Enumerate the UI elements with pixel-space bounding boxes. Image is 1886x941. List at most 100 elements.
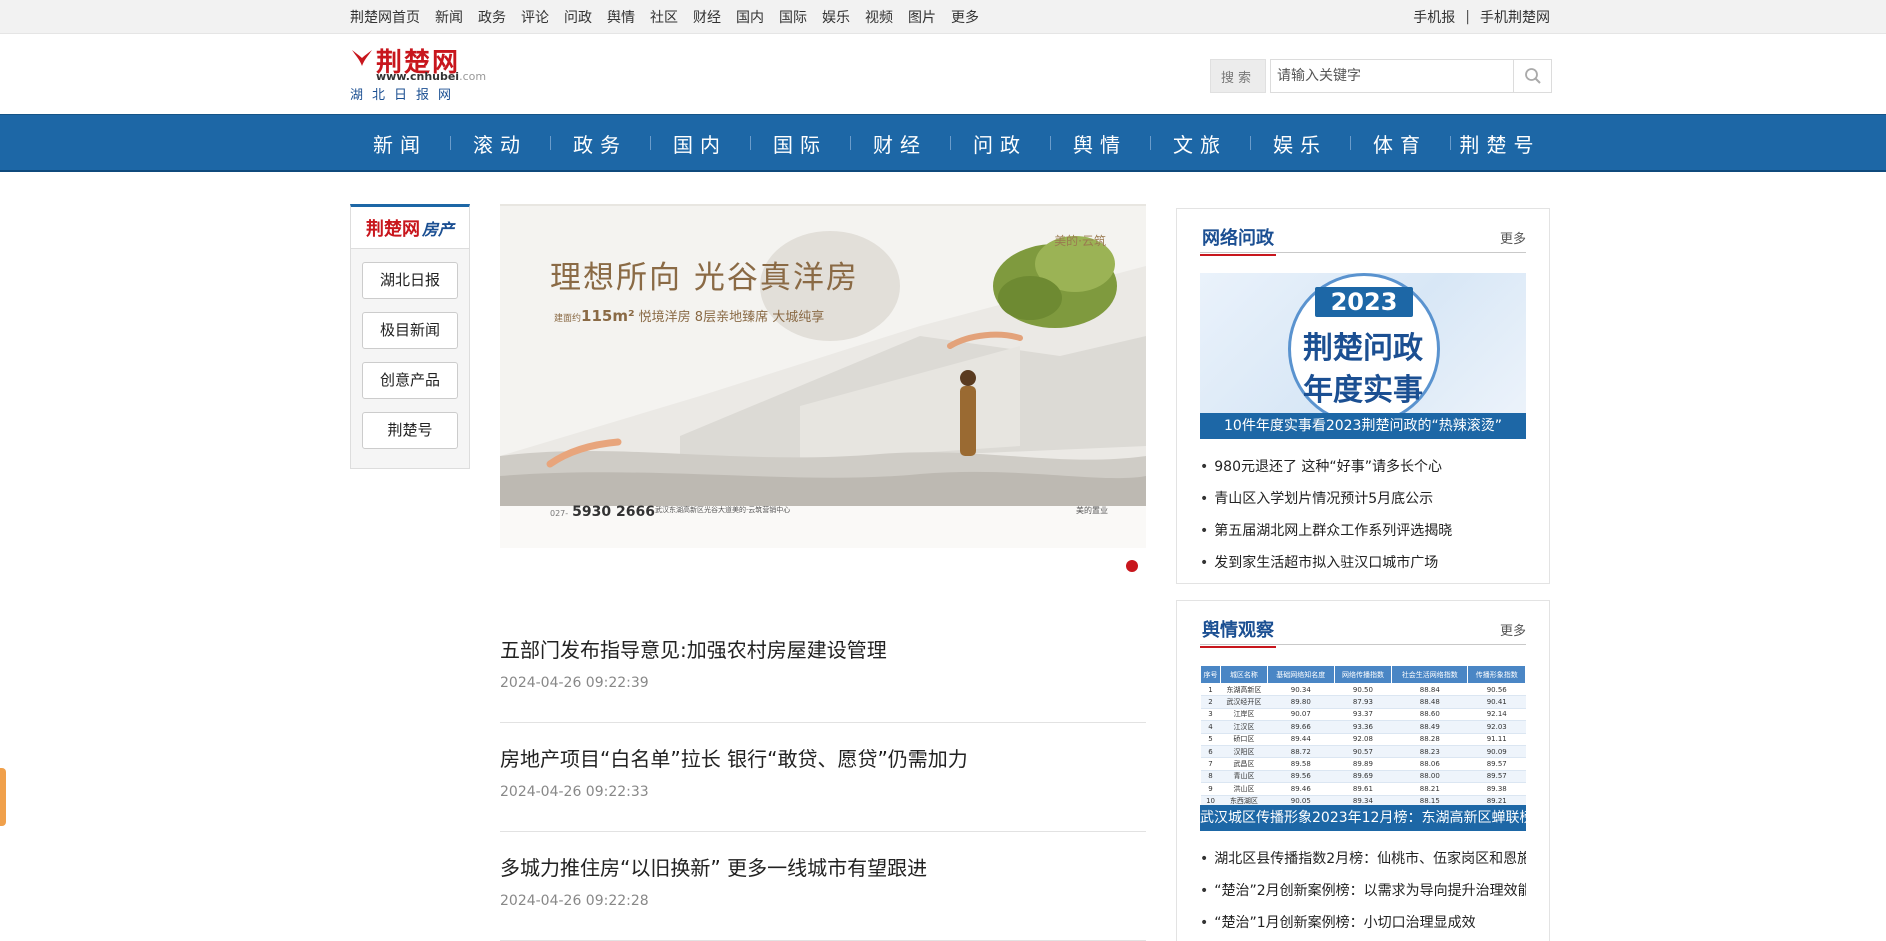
top-link[interactable]: 社区 <box>650 7 678 27</box>
image-caption: 武汉城区传播形象2023年12月榜：东湖高新区蝉联榜首 <box>1200 805 1526 831</box>
nav-item[interactable]: 体育 <box>1350 129 1450 158</box>
search-bar: 搜索 <box>1210 59 1552 93</box>
nav-item[interactable]: 国内 <box>650 129 750 158</box>
top-link[interactable]: 评论 <box>521 7 549 27</box>
table-cell: 89.69 <box>1334 770 1392 784</box>
channel-button[interactable]: 荆楚号 <box>362 412 458 449</box>
list-item[interactable]: “楚治”2月创新案例榜：以需求为导向提升治理效能 <box>1200 875 1526 907</box>
top-links: 荆楚网首页 新闻 政务 评论 问政 舆情 社区 财经 国内 国际 娱乐 视频 图片 更多 <box>350 7 979 27</box>
channel-buttons: 湖北日报极目新闻创意产品荆楚号 <box>351 262 469 449</box>
channel-button[interactable]: 湖北日报 <box>362 262 458 299</box>
table-cell: 硚口区 <box>1220 733 1268 746</box>
panel-feature-image[interactable]: 2023 荆楚问政 年度实事 10件年度实事看2023荆楚问政的“热辣滚烫” <box>1200 273 1526 439</box>
table-cell: 东湖高新区 <box>1220 683 1268 697</box>
nav-item[interactable]: 新闻 <box>350 129 450 158</box>
channel-button[interactable]: 极目新闻 <box>362 312 458 349</box>
news-title[interactable]: 房地产项目“白名单”拉长 银行“敢贷、愿贷”仍需加力 <box>500 743 1146 772</box>
table-row: 3 江岸区 90.07 93.37 88.60 92.14 <box>1200 708 1526 722</box>
top-link[interactable]: 舆情 <box>607 7 635 27</box>
table-cell: 4 <box>1200 720 1221 734</box>
more-link[interactable]: 更多 <box>1500 228 1526 247</box>
nav-item[interactable]: 政务 <box>550 129 650 158</box>
banner-brandmark: 美的·云筑 <box>1054 234 1106 248</box>
mobile-site-link[interactable]: 手机荆楚网 <box>1480 7 1550 27</box>
list-item[interactable]: 湖北区县传播指数2月榜：仙桃市、伍家岗区和恩施市 <box>1200 843 1526 875</box>
nav-item[interactable]: 滚动 <box>450 129 550 158</box>
table-header-cell: 序号 <box>1200 665 1222 684</box>
table-cell: 92.08 <box>1334 733 1392 746</box>
table-cell: 3 <box>1200 708 1221 722</box>
news-item: 多城力推住房“以旧换新” 更多一线城市有望跟进 2024-04-26 09:22:… <box>500 832 1146 941</box>
table-cell: 90.41 <box>1467 695 1526 709</box>
panel-feature-image[interactable]: 序号 城区名称 基础网络知名度 网络传播指数 社会生活网络指数 传播形象指数 1 东湖高新区… <box>1200 665 1526 831</box>
panel-title[interactable]: 舆情观察 <box>1200 616 1276 648</box>
table-cell: 88.28 <box>1391 733 1468 746</box>
top-link[interactable]: 新闻 <box>435 7 463 27</box>
more-link[interactable]: 更多 <box>1500 620 1526 639</box>
side-float-tab[interactable] <box>0 768 6 826</box>
channel-box: 荆楚网 房产 湖北日报极目新闻创意产品荆楚号 <box>350 204 470 469</box>
banner-area: 115m² <box>581 307 635 325</box>
nav-item[interactable]: 国际 <box>750 129 850 158</box>
nav-item[interactable]: 问政 <box>950 129 1050 158</box>
site-logo[interactable]: 荆楚网 www.cnhubei.com 湖北日报网 <box>350 46 486 104</box>
top-link[interactable]: 图片 <box>908 7 936 27</box>
nav-item[interactable]: 娱乐 <box>1250 129 1350 158</box>
panel-title[interactable]: 网络问政 <box>1200 224 1276 256</box>
banner-subtitle: 建面约115m² 悦境洋房 8层亲地臻席 大城纯享 <box>554 306 824 325</box>
table-cell: 88.49 <box>1391 720 1468 734</box>
news-title[interactable]: 五部门发布指导意见:加强农村房屋建设管理 <box>500 634 1146 663</box>
news-title[interactable]: 多城力推住房“以旧换新” 更多一线城市有望跟进 <box>500 852 1146 881</box>
channel-box-section: 房产 <box>421 219 454 239</box>
image-line1: 荆楚问政 <box>1303 331 1423 366</box>
list-item[interactable]: 第五届湖北网上群众工作系列评选揭晓 <box>1200 515 1526 547</box>
top-link[interactable]: 国际 <box>779 7 807 27</box>
top-link[interactable]: 娱乐 <box>822 7 850 27</box>
top-link[interactable]: 财经 <box>693 7 721 27</box>
channel-box-header[interactable]: 荆楚网 房产 <box>351 207 469 249</box>
top-link[interactable]: 问政 <box>564 7 592 27</box>
table-cell: 90.56 <box>1467 683 1526 697</box>
panel-header: 网络问政 更多 <box>1200 209 1526 256</box>
top-link[interactable]: 荆楚网首页 <box>350 7 420 27</box>
table-cell: 90.57 <box>1334 745 1392 759</box>
promo-banner[interactable]: 理想所向 光谷真洋房 建面约115m² 悦境洋房 8层亲地臻席 大城纯享 美的·… <box>500 204 1146 548</box>
channel-button[interactable]: 创意产品 <box>362 362 458 399</box>
search-button[interactable] <box>1513 60 1551 92</box>
banner-phone-number: 5930 2666 <box>572 504 655 520</box>
list-item[interactable]: 980元退还了 这种“好事”请多长个心 <box>1200 451 1526 483</box>
list-item[interactable]: “楚治”1月创新案例榜：小切口治理显成效 <box>1200 907 1526 939</box>
mobile-paper-link[interactable]: 手机报 <box>1413 7 1455 27</box>
nav-item[interactable]: 舆情 <box>1050 129 1150 158</box>
image-year: 2023 <box>1315 287 1413 317</box>
list-item[interactable]: 青山区入学划片情况预计5月底公示 <box>1200 483 1526 515</box>
table-cell: 6 <box>1200 745 1221 759</box>
panel-header: 舆情观察 更多 <box>1200 601 1526 648</box>
nav-item[interactable]: 财经 <box>850 129 950 158</box>
table-cell: 2 <box>1200 695 1221 709</box>
table-header-cell: 城区名称 <box>1220 665 1268 684</box>
table-row: 8 青山区 89.56 89.69 88.00 89.57 <box>1200 770 1526 784</box>
table-cell: 88.21 <box>1391 782 1468 796</box>
carousel-dot[interactable] <box>1126 560 1138 572</box>
table-cell: 青山区 <box>1220 770 1268 784</box>
search-input[interactable] <box>1271 60 1513 92</box>
list-item[interactable]: 发到家生活超市拟入驻汉口城市广场 <box>1200 547 1526 579</box>
table-cell: 88.48 <box>1391 695 1468 709</box>
banner-title: 理想所向 光谷真洋房 <box>550 260 859 296</box>
banner-footbrand: 美的置业 <box>1076 506 1108 515</box>
banner-phone: 027- 5930 2666 <box>550 504 655 520</box>
nav-item[interactable]: 文旅 <box>1150 129 1250 158</box>
top-link[interactable]: 国内 <box>736 7 764 27</box>
table-cell: 武昌区 <box>1220 757 1268 771</box>
table-cell: 92.03 <box>1467 720 1526 734</box>
top-link[interactable]: 政务 <box>478 7 506 27</box>
table-cell: 92.14 <box>1467 708 1526 722</box>
separator: | <box>1465 9 1470 25</box>
nav-item[interactable]: 荆楚号 <box>1450 129 1550 158</box>
top-link[interactable]: 更多 <box>951 7 979 27</box>
table-cell: 90.09 <box>1467 745 1526 759</box>
header: 荆楚网 www.cnhubei.com 湖北日报网 搜索 <box>0 34 1886 114</box>
search-label: 搜索 <box>1210 59 1266 93</box>
top-link[interactable]: 视频 <box>865 7 893 27</box>
